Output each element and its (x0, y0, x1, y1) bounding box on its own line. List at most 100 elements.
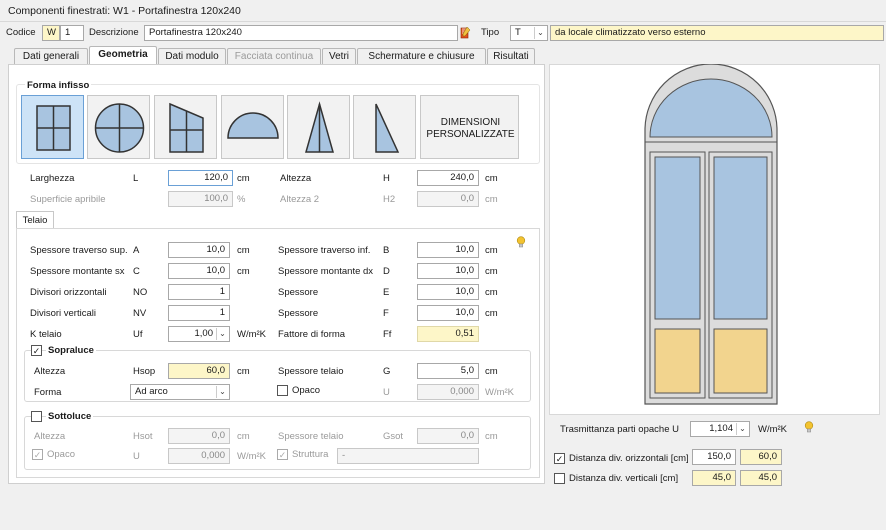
spessore-e-label: Spessore (278, 287, 319, 298)
tab-schermature[interactable]: Schermature e chiusure (357, 48, 486, 64)
montante-dx-field[interactable]: 10,0 (417, 263, 479, 279)
tipo-description: da locale climatizzato verso esterno (550, 25, 884, 41)
lightbulb-icon[interactable] (516, 236, 526, 249)
traverso-inf-label: Spessore traverso inf. (278, 245, 371, 256)
tab-dati-generali[interactable]: Dati generali (14, 48, 88, 64)
shape-right-triangle-button[interactable] (353, 95, 416, 159)
larghezza-symbol: L (133, 173, 139, 184)
spessore-e-unit: cm (485, 287, 498, 298)
dist-orizz-field-2[interactable]: 60,0 (740, 449, 782, 465)
altezza-label: Altezza (280, 173, 312, 184)
trasmittanza-label: Trasmittanza parti opache U (560, 424, 679, 435)
altezza-symbol: H (383, 173, 390, 184)
shape-circle-button[interactable] (87, 95, 150, 159)
superficie-field[interactable]: 100,0 (168, 191, 233, 207)
title-bar: Componenti finestrati: W1 - Portafinestr… (0, 0, 886, 22)
window-rect-icon (36, 105, 71, 151)
montante-dx-label: Spessore montante dx (278, 266, 374, 277)
larghezza-field[interactable]: 120,0 (168, 170, 233, 186)
sopraluce-forma-select[interactable]: Ad arco ⌄ (130, 384, 230, 400)
dist-vert-field-1[interactable]: 45,0 (692, 470, 736, 486)
divisori-orizz-field[interactable]: 1 (168, 284, 230, 300)
superficie-label: Superficie apribile (30, 194, 106, 205)
altezza2-field[interactable]: 0,0 (417, 191, 479, 207)
sottoluce-altezza-symbol: Hsot (133, 431, 153, 442)
dist-orizz-label: Distanza div. orizzontali [cm] (569, 453, 689, 464)
window-title: Componenti finestrati: W1 - Portafinestr… (8, 5, 241, 17)
sottoluce-spessore-field[interactable]: 0,0 (417, 428, 479, 444)
window-right-triangle-icon (375, 103, 400, 153)
edit-icon[interactable] (459, 26, 471, 40)
sottoluce-checkbox[interactable] (31, 411, 42, 422)
sottoluce-title: Sottoluce (46, 411, 94, 422)
shape-triangle-button[interactable] (287, 95, 350, 159)
dist-vert-checkbox[interactable] (554, 473, 565, 484)
chevron-down-icon: ⌄ (216, 328, 228, 340)
descrizione-label: Descrizione (89, 27, 139, 38)
struttura-field[interactable]: - (337, 448, 479, 464)
codice-field[interactable]: 1 (60, 25, 84, 41)
shape-rectangle-button[interactable] (21, 95, 84, 159)
sopraluce-checkbox[interactable]: ✓ (31, 345, 42, 356)
custom-dimensions-button[interactable]: DIMENSIONI PERSONALIZZATE (420, 95, 519, 159)
sottoluce-spessore-label: Spessore telaio (278, 431, 344, 442)
superficie-unit: % (237, 194, 246, 205)
tab-dati-modulo[interactable]: Dati modulo (158, 48, 226, 64)
montante-dx-unit: cm (485, 266, 498, 277)
tab-geometria[interactable]: Geometria (89, 46, 157, 65)
sottoluce-opaco-label: Opaco (47, 449, 75, 460)
sottoluce-u-field[interactable]: 0,000 (168, 448, 230, 464)
tipo-label: Tipo (481, 27, 500, 38)
sopraluce-u-field[interactable]: 0,000 (417, 384, 479, 400)
altezza2-symbol: H2 (383, 194, 396, 205)
spessore-f-field[interactable]: 10,0 (417, 305, 479, 321)
k-telaio-unit: W/m²K (237, 329, 267, 340)
fattore-forma-field: 0,51 (417, 326, 479, 342)
traverso-sup-field[interactable]: 10,0 (168, 242, 230, 258)
lightbulb-icon[interactable] (804, 421, 814, 434)
traverso-inf-symbol: B (383, 245, 390, 256)
chevron-down-icon: ⌄ (736, 423, 748, 435)
chevron-down-icon: ⌄ (534, 27, 546, 39)
custom-dimensions-label: DIMENSIONI PERSONALIZZATE (426, 117, 515, 140)
sopraluce-altezza-label: Altezza (34, 366, 66, 377)
window-semicircle-icon (227, 112, 279, 139)
tab-facciata-continua[interactable]: Facciata continua (227, 48, 321, 64)
shape-semicircle-button[interactable] (221, 95, 284, 159)
montante-sx-label: Spessore montante sx (30, 266, 125, 277)
window-triangle-icon (305, 101, 334, 153)
sopraluce-spessore-field[interactable]: 5,0 (417, 363, 479, 379)
fattore-forma-label: Fattore di forma (278, 329, 346, 340)
dist-orizz-checkbox[interactable]: ✓ (554, 453, 565, 464)
tipo-select[interactable]: T ⌄ (510, 25, 548, 41)
k-telaio-label: K telaio (30, 329, 62, 340)
dist-orizz-field-1[interactable]: 150,0 (692, 449, 736, 465)
trasmittanza-select[interactable]: 1,104 ⌄ (690, 421, 750, 437)
shape-trapezoid-button[interactable] (154, 95, 217, 159)
montante-sx-field[interactable]: 10,0 (168, 263, 230, 279)
sottoluce-altezza-unit: cm (237, 431, 250, 442)
sottoluce-spessore-symbol: Gsot (383, 431, 404, 442)
forma-infisso-title: Forma infisso (25, 80, 92, 91)
sopraluce-u-symbol: U (383, 387, 390, 398)
codice-label: Codice (6, 27, 36, 38)
descrizione-field[interactable]: Portafinestra 120x240 (144, 25, 458, 41)
tab-telaio[interactable]: Telaio (16, 211, 54, 229)
struttura-checkbox[interactable]: ✓ (277, 449, 288, 460)
divisori-vert-field[interactable]: 1 (168, 305, 230, 321)
traverso-inf-field[interactable]: 10,0 (417, 242, 479, 258)
spessore-e-field[interactable]: 10,0 (417, 284, 479, 300)
sottoluce-opaco-checkbox[interactable]: ✓ (32, 449, 43, 460)
sopraluce-opaco-checkbox[interactable] (277, 385, 288, 396)
tab-vetri[interactable]: Vetri (322, 48, 356, 64)
dist-vert-field-2[interactable]: 45,0 (740, 470, 782, 486)
k-telaio-select[interactable]: 1,00 ⌄ (168, 326, 230, 342)
tab-risultati[interactable]: Risultati (487, 48, 535, 64)
sopraluce-altezza-field[interactable]: 60,0 (168, 363, 230, 379)
sopraluce-u-unit: W/m²K (485, 387, 515, 398)
sottoluce-altezza-field[interactable]: 0,0 (168, 428, 230, 444)
altezza2-label: Altezza 2 (280, 194, 320, 205)
codice-prefix[interactable]: W (42, 25, 60, 41)
altezza-field[interactable]: 240,0 (417, 170, 479, 186)
sopraluce-altezza-symbol: Hsop (133, 366, 156, 377)
